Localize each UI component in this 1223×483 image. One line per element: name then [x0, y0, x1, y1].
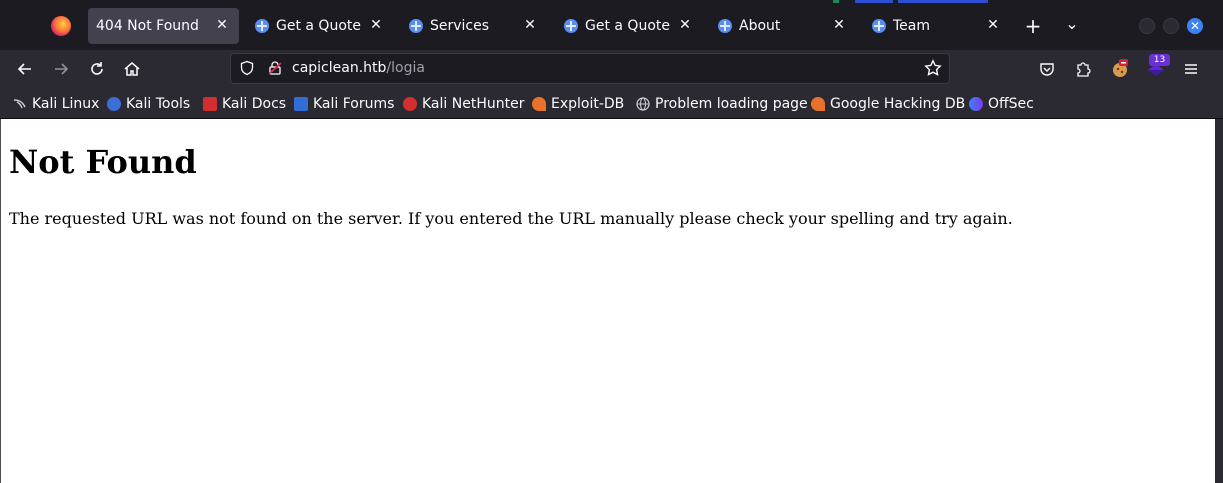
tab-title: Team: [893, 18, 931, 34]
close-icon[interactable]: ✕: [521, 16, 539, 34]
tab-title: Services: [430, 18, 490, 34]
bookmark-kali-tools[interactable]: Kali Tools: [107, 95, 190, 113]
close-icon[interactable]: ✕: [213, 16, 231, 34]
back-icon[interactable]: [15, 59, 35, 79]
page-content: Not Found The requested URL was not foun…: [0, 119, 1215, 483]
bookmark-label: Kali Forums: [313, 96, 395, 112]
pocket-icon[interactable]: [1037, 59, 1057, 79]
tab-get-a-quote[interactable]: Get a Quote ✕: [242, 8, 393, 44]
bookmark-label: Kali Linux: [32, 96, 100, 112]
cookie-extension-icon[interactable]: [1110, 59, 1130, 79]
bookmarks-toolbar: Kali Linux Kali Tools Kali Docs Kali For…: [0, 88, 1223, 119]
kali-dragon-icon: [13, 97, 27, 111]
offsec-icon: [969, 97, 983, 111]
tab-team[interactable]: Team ✕: [859, 8, 1010, 44]
kali-forums-icon: [294, 97, 308, 111]
bookmark-label: Kali NetHunter: [422, 96, 525, 112]
url-path: /logia: [386, 60, 425, 76]
bookmark-google-hacking-db[interactable]: Google Hacking DB: [811, 95, 965, 113]
tab-about[interactable]: About ✕: [705, 8, 856, 44]
bookmark-kali-forums[interactable]: Kali Forums: [294, 95, 394, 113]
list-all-tabs-button[interactable]: ⌄: [1062, 14, 1082, 34]
close-icon[interactable]: ✕: [830, 16, 848, 34]
tab-title: About: [739, 18, 781, 34]
tab-title: Get a Quote: [585, 18, 670, 34]
bookmark-offsec[interactable]: OffSec: [969, 95, 1034, 113]
exploit-db-icon: [532, 97, 546, 111]
close-icon[interactable]: ✕: [367, 16, 385, 34]
shield-icon[interactable]: [239, 60, 255, 76]
firefox-logo-icon[interactable]: [51, 16, 71, 36]
kali-tools-icon: [107, 97, 121, 111]
bookmark-label: Kali Tools: [126, 96, 191, 112]
extensions-puzzle-icon[interactable]: [1073, 59, 1093, 79]
new-tab-button[interactable]: +: [1023, 16, 1043, 36]
bookmark-label: Exploit-DB: [551, 96, 625, 112]
globe-icon: [636, 97, 650, 111]
forward-icon[interactable]: [51, 59, 71, 79]
close-icon[interactable]: ✕: [984, 16, 1002, 34]
bookmark-label: OffSec: [988, 96, 1034, 112]
home-icon[interactable]: [122, 59, 142, 79]
tab-strip: 404 Not Found ✕ Get a Quote ✕ Services ✕…: [0, 0, 1223, 50]
url-text[interactable]: capiclean.htb/logia: [292, 60, 425, 76]
tab-title: 404 Not Found: [96, 18, 199, 34]
maximize-button[interactable]: [1163, 18, 1179, 34]
bookmark-kali-nethunter[interactable]: Kali NetHunter: [403, 95, 524, 113]
bookmark-label: Kali Docs: [222, 96, 287, 112]
tab-404-not-found[interactable]: 404 Not Found ✕: [88, 8, 239, 44]
bookmark-kali-linux[interactable]: Kali Linux: [13, 95, 99, 113]
reload-icon[interactable]: [87, 59, 107, 79]
address-bar[interactable]: capiclean.htb/logia: [230, 53, 950, 84]
window-close-button[interactable]: ✕: [1187, 18, 1203, 34]
extension-badge: 13: [1149, 54, 1170, 66]
globe-icon: [564, 19, 578, 33]
nethunter-icon: [403, 97, 417, 111]
window-edge: [1215, 119, 1223, 483]
url-host: capiclean.htb: [292, 60, 387, 76]
bookmark-kali-docs[interactable]: Kali Docs: [203, 95, 286, 113]
tab-title: Get a Quote: [276, 18, 361, 34]
close-icon[interactable]: ✕: [676, 16, 694, 34]
bookmark-label: Google Hacking DB: [830, 96, 966, 112]
kali-docs-icon: [203, 97, 217, 111]
ghdb-icon: [811, 97, 825, 111]
background-screen-artifact: [833, 0, 988, 3]
minimize-button[interactable]: [1139, 18, 1155, 34]
insecure-lock-icon[interactable]: [267, 60, 283, 76]
globe-icon: [409, 19, 423, 33]
page-heading: Not Found: [9, 143, 197, 181]
bookmark-exploit-db[interactable]: Exploit-DB: [532, 95, 624, 113]
bookmark-problem-loading-page[interactable]: Problem loading page: [636, 95, 808, 113]
globe-icon: [255, 19, 269, 33]
navigation-toolbar: capiclean.htb/logia 13: [0, 50, 1223, 88]
globe-icon: [718, 19, 732, 33]
error-message: The requested URL was not found on the s…: [9, 209, 1013, 228]
menu-hamburger-icon[interactable]: [1181, 59, 1201, 79]
tab-services[interactable]: Services ✕: [396, 8, 547, 44]
bookmark-star-icon[interactable]: [923, 58, 943, 78]
globe-icon: [872, 19, 886, 33]
tab-get-a-quote-2[interactable]: Get a Quote ✕: [551, 8, 702, 44]
bookmark-label: Problem loading page: [655, 96, 808, 112]
